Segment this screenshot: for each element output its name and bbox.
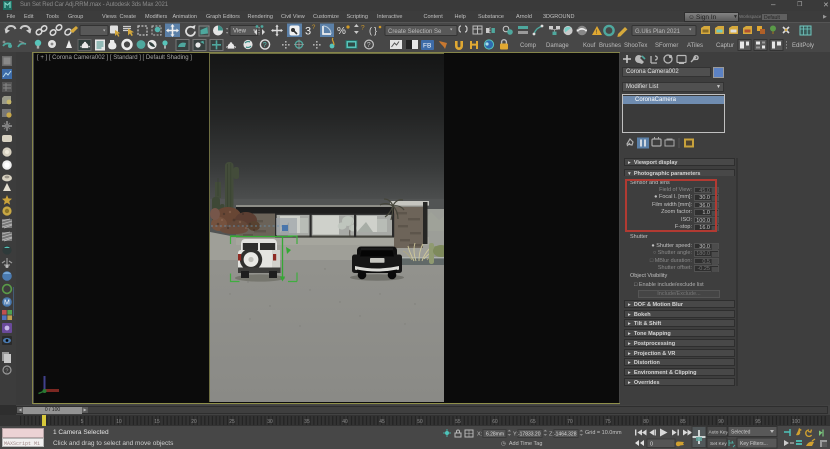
svg-text:Captur: Captur (716, 43, 734, 49)
svg-text:-1464.328: -1464.328 (554, 432, 577, 438)
svg-text:?: ? (5, 369, 8, 375)
svg-text:M: M (4, 300, 10, 307)
svg-text:Selected: Selected (731, 430, 751, 436)
svg-text:?: ? (367, 42, 371, 49)
svg-text:Key Filters...: Key Filters... (740, 441, 768, 447)
svg-text:ShooTex: ShooTex (624, 43, 647, 49)
svg-text:0: 0 (650, 442, 653, 448)
svg-text:?: ? (263, 42, 267, 49)
svg-text:10: 10 (116, 419, 122, 425)
svg-text:-17833.20: -17833.20 (518, 432, 541, 438)
svg-text:3: 3 (305, 26, 311, 38)
svg-text:40: 40 (342, 419, 348, 425)
svg-text:SFormer: SFormer (655, 43, 678, 49)
svg-text:6.28mm: 6.28mm (486, 432, 504, 438)
svg-text:ATiles: ATiles (687, 43, 703, 49)
svg-text:X:: X: (477, 432, 483, 438)
svg-text:Kouf: Kouf (583, 43, 596, 49)
svg-text:20: 20 (191, 419, 197, 425)
svg-text:15: 15 (154, 419, 160, 425)
svg-text:90: 90 (718, 419, 724, 425)
svg-text:30: 30 (267, 419, 273, 425)
svg-text:View: View (233, 29, 247, 35)
svg-text:Damage: Damage (546, 43, 569, 49)
svg-text:%: % (337, 26, 346, 37)
svg-text:FB: FB (423, 43, 431, 50)
svg-text:60: 60 (492, 419, 498, 425)
svg-text:70: 70 (567, 419, 573, 425)
svg-text:55: 55 (455, 419, 461, 425)
svg-text:Set Key: Set Key (710, 441, 727, 447)
svg-text:65: 65 (530, 419, 536, 425)
svg-text:5: 5 (81, 419, 84, 425)
svg-text:Create Selection Se: Create Selection Se (388, 29, 442, 35)
svg-text:Comp: Comp (520, 43, 537, 49)
svg-text:75: 75 (605, 419, 611, 425)
svg-text:}: } (374, 26, 377, 36)
svg-text:45: 45 (379, 419, 385, 425)
svg-text:Brushes: Brushes (599, 43, 621, 49)
svg-text:100: 100 (792, 419, 801, 425)
svg-text:80: 80 (643, 419, 649, 425)
svg-text:EditPoly: EditPoly (792, 43, 814, 49)
svg-text:25: 25 (229, 419, 235, 425)
svg-text:95: 95 (755, 419, 761, 425)
svg-text:?: ? (312, 25, 316, 31)
svg-text:Auto Key: Auto Key (709, 430, 729, 436)
svg-text:G.Ulis Plan 2021: G.Ulis Plan 2021 (635, 29, 681, 35)
svg-text:50: 50 (417, 419, 423, 425)
svg-text:85: 85 (680, 419, 686, 425)
svg-text:(: ( (369, 26, 372, 36)
svg-text:?: ? (361, 25, 365, 32)
svg-text:35: 35 (304, 419, 310, 425)
